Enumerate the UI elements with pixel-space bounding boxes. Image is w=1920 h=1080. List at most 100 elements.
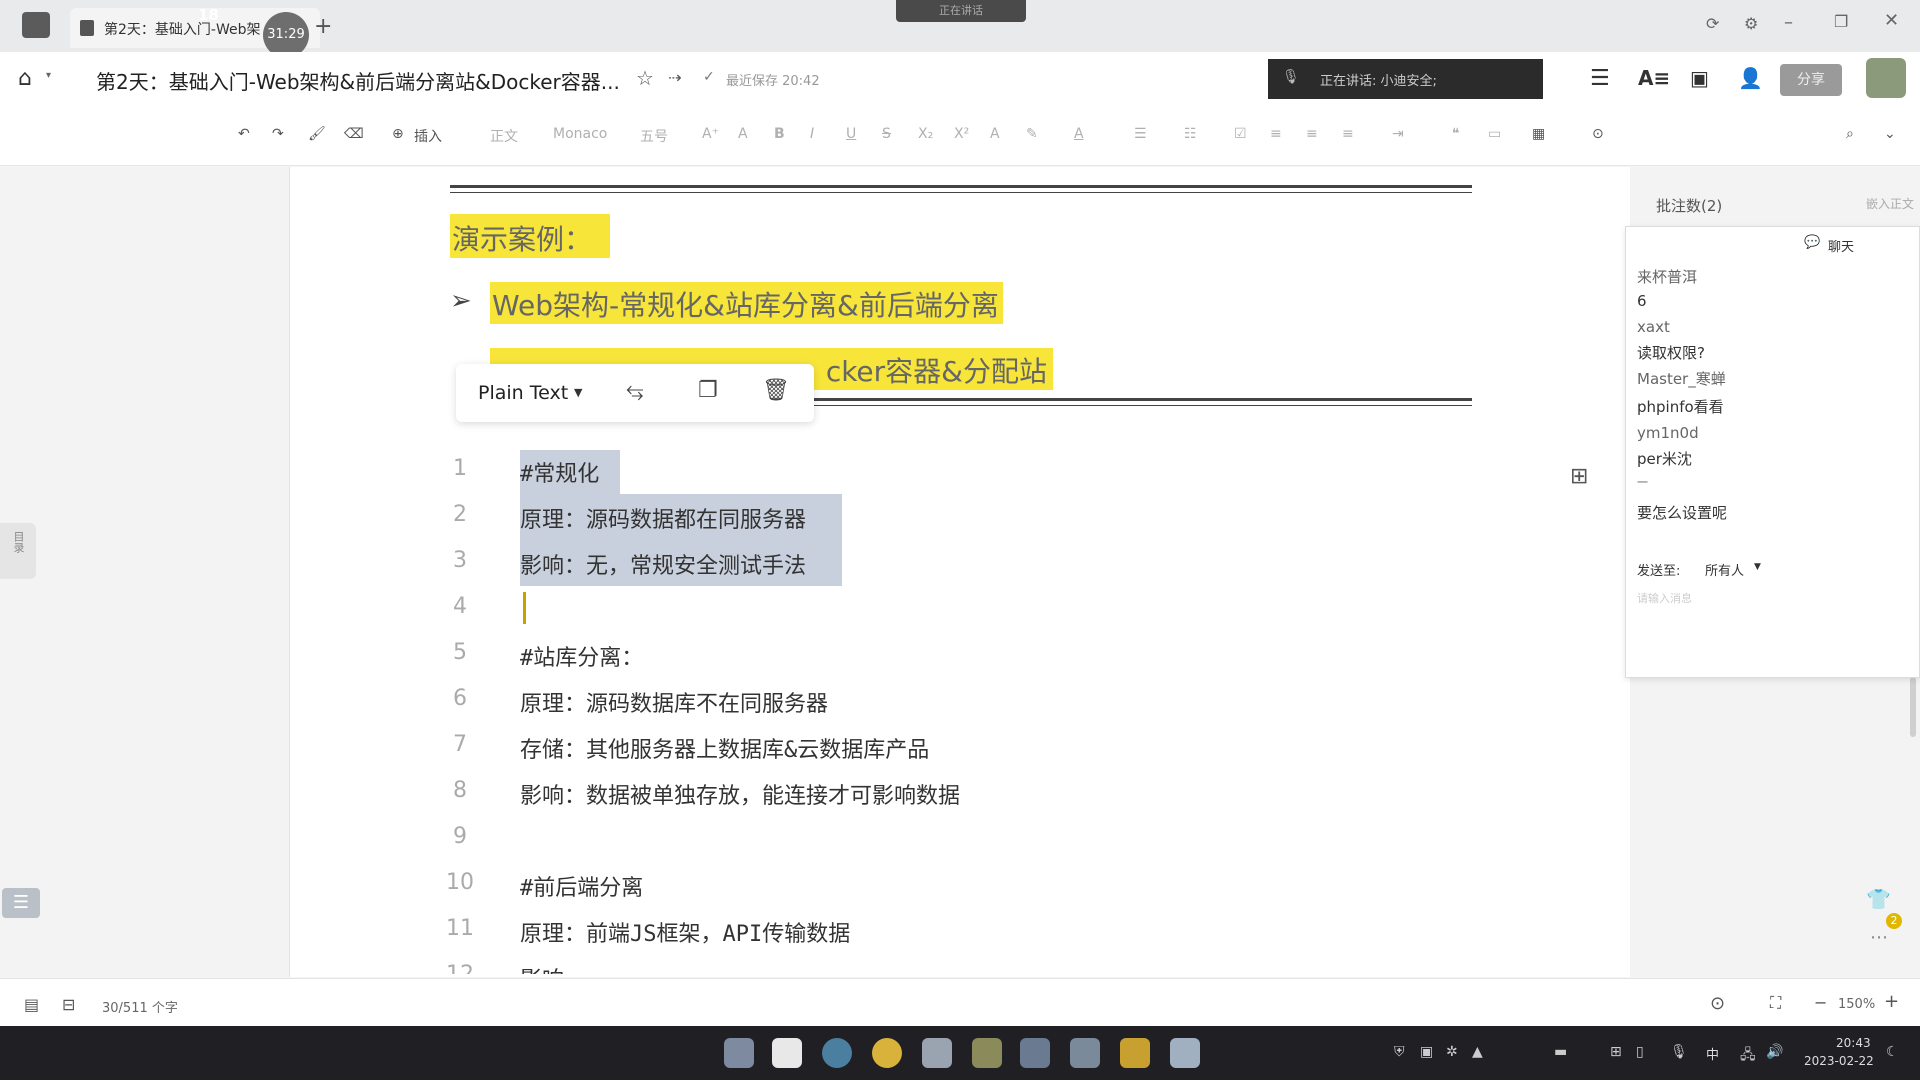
notification-icon[interactable]: ☾ [1886,1044,1899,1060]
language-select[interactable]: Plain Text [478,382,568,404]
refresh-icon[interactable]: ⟳ [1706,14,1719,33]
divider-icon[interactable]: ▭ [1488,126,1501,142]
paragraph-style-select[interactable]: 正文 [490,126,518,146]
layout-icon[interactable]: ⊟ [62,995,75,1014]
tray-app-icon[interactable]: ▲ [1472,1044,1483,1060]
code-line[interactable]: 存储：其他服务器上数据库&云数据库产品 [520,732,929,764]
chevron-down-icon[interactable]: ▾ [46,70,51,81]
superscript-icon[interactable]: X² [954,126,969,142]
avatar[interactable] [1866,58,1906,98]
search-icon[interactable]: ⌕ [1846,126,1854,142]
move-folder-icon[interactable]: ⇢ [668,68,681,87]
language-chevron-icon[interactable]: ▼ [574,386,582,399]
app-icon-3[interactable] [1020,1038,1050,1068]
align-center-icon[interactable]: ≡ [1306,126,1318,142]
more-icon[interactable]: ⋯ [1870,927,1888,948]
insert-table-icon[interactable]: ▦ [1532,126,1545,142]
volume-icon[interactable]: 🔊 [1766,1044,1783,1060]
document-title[interactable]: 第2天：基础入门-Web架构&前后端分离站&Docker容器... [96,66,620,95]
file-explorer-icon[interactable] [772,1038,802,1068]
app-icon-4[interactable] [1070,1038,1100,1068]
clock-date[interactable]: 2023-02-22 [1804,1054,1874,1068]
task-view-icon[interactable] [724,1038,754,1068]
new-tab-button[interactable]: + [314,14,332,39]
code-line[interactable]: 影响：数据被单独存放，能连接才可影响数据 [520,778,960,810]
home-icon[interactable]: ⌂ [18,66,32,91]
insert-menu[interactable]: 插入 [414,126,442,146]
present-icon[interactable]: ▣ [1690,66,1709,90]
align-justify-icon[interactable]: ≡ [1342,126,1354,142]
tray-windows-icon[interactable]: ⊞ [1610,1044,1622,1060]
shirt-icon[interactable]: 👕 [1866,887,1891,911]
restore-icon[interactable]: ❐ [1834,12,1848,31]
app-icon-5[interactable] [1120,1038,1150,1068]
bold-icon[interactable]: B [774,126,785,142]
zoom-level[interactable]: 150% [1838,997,1875,1012]
collapse-toolbar-icon[interactable]: ⌄ [1884,126,1896,142]
app-icon-1[interactable] [922,1038,952,1068]
code-line[interactable]: #前后端分离 [520,870,643,902]
collaborator-icon[interactable]: 👤 [1738,66,1763,90]
clock-time[interactable]: 20:43 [1836,1036,1871,1050]
italic-icon[interactable]: I [810,126,814,142]
font-color-icon[interactable]: A [1074,126,1084,142]
location-icon[interactable]: ⊙ [1710,993,1725,1014]
font-size-select[interactable]: 五号 [640,126,668,146]
bullet-list-icon[interactable]: ☰ [1134,126,1147,142]
app-icon-6[interactable] [1170,1038,1200,1068]
add-comment-icon[interactable]: ⊞ [1570,464,1588,489]
outline-icon[interactable]: ☰ [2,888,40,918]
zoom-in-button[interactable]: + [1884,991,1899,1012]
code-line[interactable]: 原理：前端JS框架，API传输数据 [520,916,850,948]
share-button[interactable]: 分享 [1780,64,1842,96]
code-line[interactable]: 影响 [520,962,564,974]
copy-icon[interactable]: ❐ [698,378,718,403]
code-line[interactable]: #站库分离： [520,640,643,672]
text-effect-icon[interactable]: A [990,126,1000,142]
minimize-icon[interactable]: – [1784,12,1793,33]
word-count[interactable]: 30/511 个字 [102,997,178,1016]
decrease-font-icon[interactable]: A [738,126,748,142]
code-line[interactable]: 原理：源码数据库不在同服务器 [520,686,828,718]
align-left-icon[interactable]: ≡ [1270,126,1282,142]
edge-browser-icon[interactable] [822,1038,852,1068]
underline-icon[interactable]: U [846,126,856,142]
wrap-lines-icon[interactable]: ⥃ [626,378,644,403]
tray-gear-icon[interactable]: ✲ [1446,1044,1458,1060]
indent-icon[interactable]: ⇥ [1392,126,1404,142]
text-format-icon[interactable]: A≡ [1638,66,1670,90]
checklist-icon[interactable]: ☑ [1234,126,1247,142]
star-icon[interactable]: ☆ [636,66,654,90]
insert-body-link[interactable]: 嵌入正文 [1866,195,1914,212]
tray-phone-icon[interactable]: ▯ [1636,1044,1644,1060]
highlight-icon[interactable]: ✎ [1026,126,1038,142]
chrome-browser-icon[interactable] [872,1038,902,1068]
undo-icon[interactable]: ↶ [238,126,250,142]
menu-icon[interactable]: ☰ [1590,66,1610,91]
font-family-select[interactable]: Monaco [553,126,607,142]
code-line[interactable]: 原理：源码数据都在同服务器 [520,502,806,534]
comments-count[interactable]: 批注数(2) [1656,195,1722,216]
strikethrough-icon[interactable]: S [882,126,891,142]
format-painter-icon[interactable]: 🖌 [308,126,326,142]
vertical-scrollbar[interactable] [1910,677,1916,737]
send-to-chevron-icon[interactable]: ▼ [1754,562,1761,572]
clear-format-icon[interactable]: ⌫ [344,126,364,142]
numbered-list-icon[interactable]: ☷ [1184,126,1197,142]
close-icon[interactable]: ✕ [1884,10,1899,31]
ime-indicator[interactable]: 中 [1706,1044,1719,1063]
tray-mic-icon[interactable]: 🎙 [1670,1044,1688,1060]
quote-icon[interactable]: ❝ [1452,126,1460,142]
redo-icon[interactable]: ↷ [272,126,284,142]
settings-icon[interactable]: ⚙ [1744,14,1758,33]
network-icon[interactable]: 🖧 [1740,1044,1756,1068]
toc-toggle[interactable]: 目录 [0,523,36,579]
fullscreen-icon[interactable]: ⛶ [1770,993,1781,1013]
tray-shield-icon[interactable]: ⛨ [1394,1044,1405,1060]
page-view-icon[interactable]: ▤ [24,995,39,1014]
app-icon-2[interactable] [972,1038,1002,1068]
more-tools-icon[interactable]: ⊙ [1592,126,1604,142]
send-to-select[interactable]: 所有人 [1705,560,1744,579]
chat-input[interactable]: 请输入消息 [1637,590,1692,606]
subscript-icon[interactable]: X₂ [918,126,933,142]
